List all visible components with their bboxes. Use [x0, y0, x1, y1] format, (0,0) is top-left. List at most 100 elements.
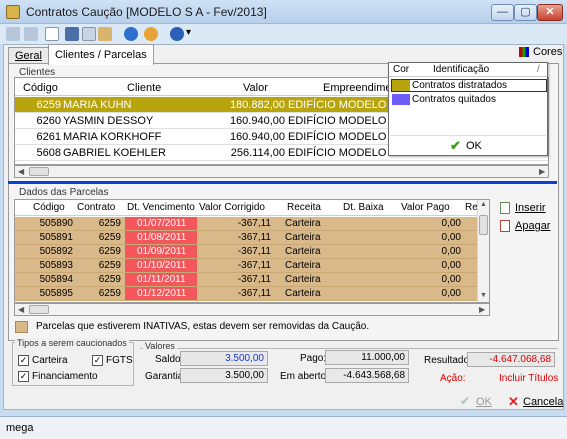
- legend-swatch: [392, 94, 410, 105]
- table-row[interactable]: 505893 6259 01/10/2011 -367,11 Carteira 0,00: [15, 259, 477, 273]
- parcelas-h-scrollbar[interactable]: ◀ ▶: [14, 303, 490, 316]
- scroll-thumb[interactable]: [29, 305, 49, 314]
- copy-icon[interactable]: [82, 27, 96, 41]
- table-row[interactable]: 505890 6259 01/07/2011 -367,11 Carteira 0,00: [15, 217, 477, 231]
- fgts-checkbox[interactable]: ✓: [92, 355, 103, 366]
- cell-vencimento: 01/08/2011: [137, 232, 187, 243]
- cell-cliente: GABRIEL KOEHLER: [63, 147, 166, 159]
- apagar-button[interactable]: Apagar: [500, 219, 550, 235]
- legend-ok-button[interactable]: ✔ OK: [390, 135, 546, 155]
- col-contrato[interactable]: Contrato: [77, 202, 115, 213]
- aberto-field[interactable]: [325, 368, 409, 383]
- scroll-up-icon[interactable]: ▲: [480, 201, 487, 208]
- minimize-button[interactable]: —: [491, 4, 514, 21]
- garantia-field[interactable]: [180, 368, 268, 383]
- undo-icon[interactable]: [6, 27, 20, 41]
- new-icon[interactable]: [45, 27, 59, 41]
- scroll-thumb[interactable]: [479, 215, 488, 235]
- parcelas-group-label: Dados das Parcelas: [17, 187, 111, 198]
- delete-document-icon: [500, 220, 510, 232]
- legend-item-distratados[interactable]: Contratos distratados: [391, 79, 547, 92]
- cell-receita: Carteira: [285, 288, 321, 299]
- color-legend-popup: Cor Identificação / Contratos distratado…: [388, 62, 548, 156]
- col-valor-pago[interactable]: Valor Pago: [401, 202, 450, 213]
- clientes-h-scrollbar[interactable]: ◀ ▶: [14, 165, 549, 178]
- col-re[interactable]: Re: [465, 202, 478, 213]
- legend-col-sort: /: [537, 64, 540, 75]
- maximize-button[interactable]: ▢: [514, 4, 537, 21]
- cell-valor: 160.940,00: [229, 115, 285, 127]
- cell-vencimento: 01/10/2011: [137, 260, 187, 271]
- scroll-down-icon[interactable]: ▼: [480, 292, 487, 299]
- scroll-right-icon[interactable]: ▶: [479, 305, 485, 314]
- fgts-label: FGTS: [106, 355, 133, 366]
- cell-valor: -367,11: [237, 288, 271, 299]
- cell-codigo: 6259: [36, 99, 61, 111]
- cell-contrato: 6259: [98, 274, 121, 285]
- cell-contrato: 6259: [98, 218, 121, 229]
- parcelas-v-scrollbar[interactable]: ▲ ▼: [477, 200, 489, 302]
- col-baixa[interactable]: Dt. Baixa: [343, 202, 384, 213]
- toolbar: ▾: [0, 24, 567, 44]
- col-cliente[interactable]: Cliente: [127, 82, 161, 94]
- cores-button[interactable]: Cores: [519, 45, 563, 61]
- financiamento-label: Financiamento: [32, 371, 98, 382]
- legend-item-quitados[interactable]: Contratos quitados: [391, 93, 547, 106]
- legend-ok-label: OK: [466, 140, 482, 152]
- scroll-left-icon[interactable]: ◀: [18, 167, 24, 176]
- col-receita[interactable]: Receita: [287, 202, 321, 213]
- col-codigo[interactable]: Código: [33, 202, 65, 213]
- cell-pago: 0,00: [441, 218, 461, 229]
- tipos-group-label: Tipos a serem caucionados: [15, 338, 129, 348]
- cell-vencimento: 01/09/2011: [137, 246, 187, 257]
- col-valor[interactable]: Valor: [243, 82, 268, 94]
- apagar-label: Apagar: [515, 220, 551, 232]
- cell-pago: 0,00: [441, 288, 461, 299]
- close-button[interactable]: ✕: [537, 4, 563, 21]
- parcelas-grid[interactable]: Código Contrato Dt. Vencimento Valor Cor…: [14, 199, 490, 303]
- legend-col-cor: Cor: [393, 64, 410, 75]
- cell-codigo: 505893: [39, 260, 73, 271]
- tab-clientes-parcelas[interactable]: Clientes / Parcelas: [48, 44, 154, 65]
- cell-receita: Carteira: [285, 246, 321, 257]
- cut-icon[interactable]: [65, 27, 79, 41]
- pago-field[interactable]: [325, 350, 409, 365]
- scroll-right-icon[interactable]: ▶: [539, 167, 545, 176]
- paste-icon[interactable]: [98, 27, 112, 41]
- users-icon[interactable]: [144, 27, 158, 41]
- table-row[interactable]: 505895 6259 01/12/2011 -367,11 Carteira 0,00: [15, 287, 477, 301]
- legend-swatch: [392, 80, 410, 91]
- cell-receita: Carteira: [285, 232, 321, 243]
- col-vencimento[interactable]: Dt. Vencimento: [127, 202, 195, 213]
- financiamento-checkbox[interactable]: ✓: [18, 371, 29, 382]
- cell-cliente: MARIA KUHN: [63, 99, 132, 111]
- saldo-field[interactable]: [180, 351, 268, 366]
- cancel-button[interactable]: ✕ Cancela: [508, 394, 563, 410]
- table-row[interactable]: 505891 6259 01/08/2011 -367,11 Carteira 0,00: [15, 231, 477, 245]
- scroll-left-icon[interactable]: ◀: [18, 305, 24, 314]
- inserir-button[interactable]: Inserir: [500, 201, 550, 217]
- cell-valor: 256.114,00: [230, 147, 285, 159]
- cell-codigo: 505894: [39, 274, 73, 285]
- add-document-icon: [500, 202, 510, 214]
- cell-codigo: 505891: [39, 232, 73, 243]
- ok-button[interactable]: ✔ OK: [460, 394, 496, 410]
- redo-icon[interactable]: [24, 27, 38, 41]
- col-valor-corrigido[interactable]: Valor Corrigido: [199, 202, 265, 213]
- aberto-label: Em aberto:: [280, 371, 329, 382]
- status-bar: mega: [0, 416, 567, 439]
- col-codigo[interactable]: Código: [23, 82, 58, 94]
- tab-geral[interactable]: Geral: [8, 47, 49, 64]
- table-row[interactable]: 505894 6259 01/11/2011 -367,11 Carteira 0,00: [15, 273, 477, 287]
- cell-contrato: 6259: [98, 232, 121, 243]
- scroll-thumb[interactable]: [29, 167, 49, 176]
- help-icon[interactable]: [170, 27, 184, 41]
- cell-codigo: 6260: [36, 115, 61, 127]
- cancel-label: Cancela: [523, 396, 564, 408]
- carteira-checkbox[interactable]: ✓: [18, 355, 29, 366]
- table-row[interactable]: 505892 6259 01/09/2011 -367,11 Carteira 0,00: [15, 245, 477, 259]
- cell-empreendimento: EDIFÍCIO MODELO: [288, 99, 387, 111]
- info-icon[interactable]: [124, 27, 138, 41]
- help-dropdown-icon[interactable]: ▾: [186, 27, 191, 38]
- resultado-field[interactable]: [467, 352, 555, 367]
